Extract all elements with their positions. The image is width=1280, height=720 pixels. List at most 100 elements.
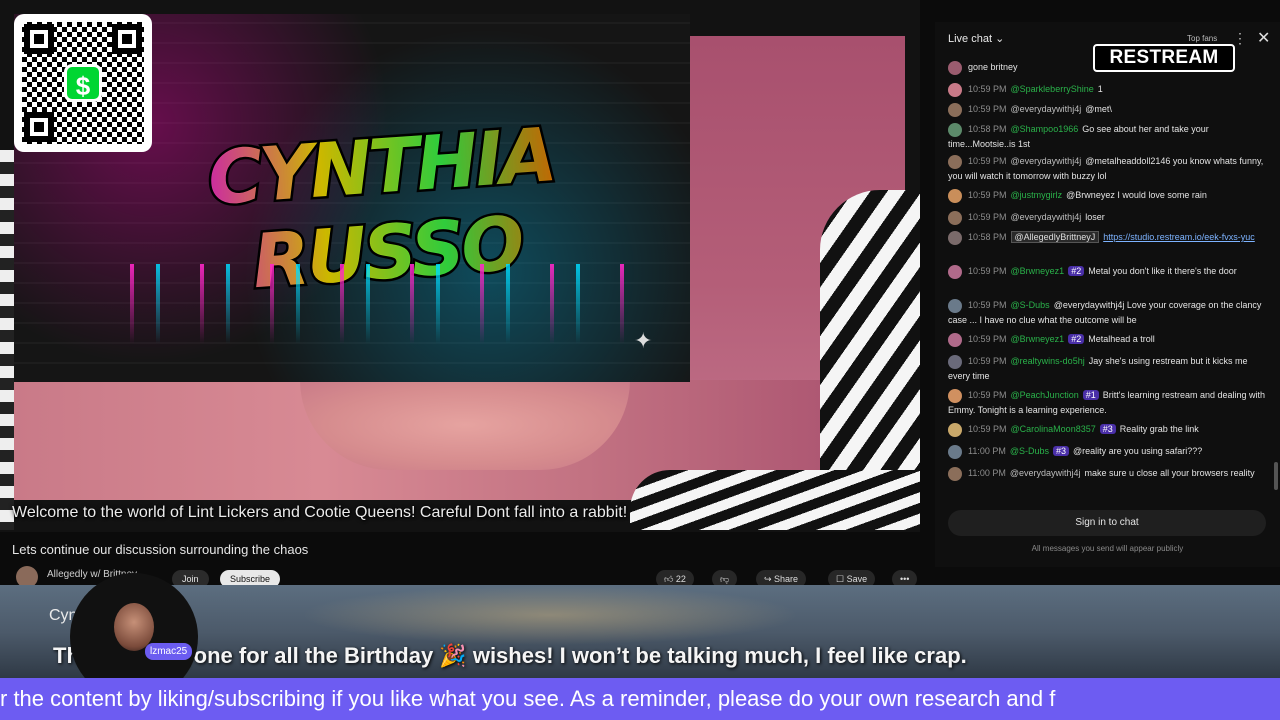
chat-timestamp: 10:59 PM xyxy=(968,356,1007,366)
chat-avatar[interactable] xyxy=(948,210,962,225)
chat-username[interactable]: @AllegedlyBrittneyJ xyxy=(1010,231,1100,243)
chat-avatar[interactable] xyxy=(948,230,962,245)
chat-username[interactable]: @CarolinaMoon8357 xyxy=(1011,424,1096,434)
save-icon: ☐ xyxy=(836,574,847,584)
cashapp-qr-code: $ xyxy=(14,14,152,152)
chat-username[interactable]: @PeachJunction xyxy=(1011,390,1079,400)
chat-timestamp: 11:00 PM xyxy=(968,446,1006,456)
chat-message: 10:58 PM @Shampoo1966 Go see about her and… xyxy=(948,122,1268,151)
chat-text: @met\ xyxy=(1085,104,1112,114)
chat-avatar[interactable] xyxy=(948,354,962,369)
chat-message: 10:59 PM @realtywins-do5hj Jay she's using… xyxy=(948,354,1268,383)
webcam-face xyxy=(300,380,630,470)
chat-avatar[interactable] xyxy=(948,82,962,97)
thumbs-down-icon: 👎︎ xyxy=(720,574,730,584)
chat-message: gone britney xyxy=(948,60,1268,75)
chat-avatar[interactable] xyxy=(948,102,962,117)
chat-text: 1 xyxy=(1097,84,1103,94)
sky-glow xyxy=(300,585,800,645)
chat-username[interactable]: @Brwneyez1 xyxy=(1011,266,1065,276)
more-icon: ••• xyxy=(900,574,910,584)
chat-avatar[interactable] xyxy=(948,60,962,75)
video-player[interactable]: CYNTHIA RUSSO CYNTHIA RUSSO ✦ $ Welcome … xyxy=(0,0,920,532)
paint-drips xyxy=(104,264,644,344)
chat-timestamp: 10:59 PM xyxy=(968,84,1007,94)
chat-message: 10:59 PM @Brwneyez1 #2 Metal you don't like… xyxy=(948,264,1268,279)
chat-username[interactable]: @Shampoo1966 xyxy=(1011,124,1079,134)
chat-timestamp: 10:59 PM xyxy=(968,190,1007,200)
chat-username[interactable]: @SparkleberryShine xyxy=(1011,84,1094,94)
chat-avatar[interactable] xyxy=(948,154,962,169)
chat-avatar[interactable] xyxy=(948,122,962,137)
close-icon[interactable]: ✕ xyxy=(1257,28,1270,48)
chat-text: loser xyxy=(1085,212,1105,222)
chat-username[interactable]: @everydaywithj4j xyxy=(1011,212,1082,222)
chat-message: 10:59 PM @Brwneyez1 #2 Metalhead a troll xyxy=(948,332,1268,347)
chat-username[interactable]: @S-Dubs xyxy=(1011,300,1050,310)
chat-avatar[interactable] xyxy=(948,188,962,203)
chat-menu-icon[interactable]: ⋮ xyxy=(1233,30,1247,47)
chat-header-label: Live chat xyxy=(948,33,993,45)
chat-message: 10:59 PM @SparkleberryShine 1 xyxy=(948,82,1268,97)
top-fan-badge: #2 xyxy=(1068,266,1085,276)
qr-finder-bottom-left xyxy=(24,112,54,142)
scrolling-ticker: r the content by liking/subscribing if y… xyxy=(0,678,1280,720)
qr-finder-top-right xyxy=(112,24,142,54)
chat-message: 10:59 PM @everydaywithj4j @metalheaddoll21… xyxy=(948,154,1268,183)
chat-text: @reality are you using safari??? xyxy=(1073,446,1203,456)
chat-timestamp: 10:59 PM xyxy=(968,334,1007,344)
cashapp-icon: $ xyxy=(64,64,102,102)
chat-username[interactable]: @justmygirlz xyxy=(1011,190,1063,200)
chat-username[interactable]: @realtywins-do5hj xyxy=(1011,356,1085,366)
chat-timestamp: 10:59 PM xyxy=(968,300,1007,310)
chat-text[interactable]: https://studio.restream.io/eek-fvxs-yuc xyxy=(1103,232,1255,242)
sign-in-to-chat-button[interactable]: Sign in to chat xyxy=(948,510,1266,536)
top-fans-label: Top fans xyxy=(1187,34,1218,43)
chat-message: 10:59 PM @everydaywithj4j @met\ xyxy=(948,102,1268,117)
like-count: 22 xyxy=(675,574,686,584)
chat-avatar[interactable] xyxy=(948,332,962,347)
chat-avatar[interactable] xyxy=(948,388,962,403)
top-fan-badge: #3 xyxy=(1099,424,1116,434)
top-fan-badge: #1 xyxy=(1082,390,1099,400)
chat-timestamp: 10:58 PM xyxy=(968,124,1007,134)
live-chat-panel: Live chat ⌄ Top fans ⋮ ✕ RESTREAM gone b… xyxy=(935,22,1280,567)
chat-avatar[interactable] xyxy=(948,444,962,459)
chat-avatar[interactable] xyxy=(948,264,962,279)
overlay-welcome-message: Welcome to the world of Lint Lickers and… xyxy=(12,504,628,521)
chat-timestamp: 10:58 PM xyxy=(968,232,1007,242)
chat-avatar[interactable] xyxy=(948,466,962,481)
share-icon: ↪ xyxy=(764,574,775,584)
chat-text: make sure u close all your browsers real… xyxy=(1084,468,1255,478)
chat-message: 10:59 PM @S-Dubs @everydaywithj4j Love you… xyxy=(948,298,1268,327)
sparkle-icon: ✦ xyxy=(634,328,653,353)
chat-avatar[interactable] xyxy=(948,298,962,313)
chat-username[interactable]: @everydaywithj4j xyxy=(1011,156,1082,166)
zebra-pattern-left xyxy=(0,150,14,530)
chat-username[interactable]: @S-Dubs xyxy=(1010,446,1049,456)
chat-text: Metalhead a troll xyxy=(1088,334,1155,344)
public-messages-note: All messages you send will appear public… xyxy=(1031,544,1184,553)
qr-finder-top-left xyxy=(24,24,54,54)
live-chat-dropdown[interactable]: Live chat ⌄ xyxy=(948,32,1004,45)
chat-message: 10:59 PM @CarolinaMoon8357 #3 Reality grab … xyxy=(948,422,1268,437)
chat-text: gone britney xyxy=(968,62,1018,72)
zebra-pattern xyxy=(820,190,920,510)
chat-message: 10:59 PM @justmygirlz @Brwneyez I would lo… xyxy=(948,188,1268,203)
chat-username[interactable]: @everydaywithj4j xyxy=(1011,104,1082,114)
chat-timestamp: 10:59 PM xyxy=(968,104,1007,114)
chat-text: Reality grab the link xyxy=(1119,424,1199,434)
chat-username[interactable]: @Brwneyez1 xyxy=(1011,334,1065,344)
chat-timestamp: 10:59 PM xyxy=(968,424,1007,434)
chat-message: 10:59 PM @PeachJunction #1 Britt's learning… xyxy=(948,388,1268,417)
chat-timestamp: 10:59 PM xyxy=(968,156,1007,166)
save-label: Save xyxy=(846,574,868,584)
chat-avatar[interactable] xyxy=(948,422,962,437)
chevron-down-icon: ⌄ xyxy=(995,33,1005,45)
chat-scrollbar[interactable] xyxy=(1274,462,1278,490)
chat-username[interactable]: @everydaywithj4j xyxy=(1010,468,1081,478)
chat-message: 10:58 PM @AllegedlyBrittneyJ https://studi… xyxy=(948,230,1268,245)
ticker-text: r the content by liking/subscribing if y… xyxy=(0,686,1056,711)
chat-text: @Brwneyez I would love some rain xyxy=(1066,190,1207,200)
chat-message: 11:00 PM @everydaywithj4j make sure u clos… xyxy=(948,466,1268,481)
